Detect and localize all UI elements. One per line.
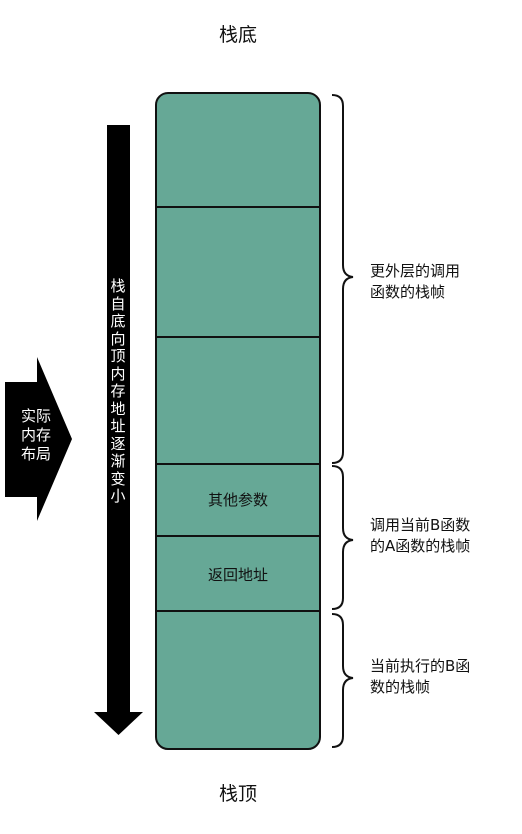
brace-label-current-frame: 当前执行的B函 数的栈帧 [370,657,471,696]
direction-label: 栈 自 底 向 顶 内 存 地 址 逐 渐 变 小 [110,277,126,505]
frame-label-return-address: 返回地址 [207,566,268,584]
brace-label-outer-frames: 更外层的调用 函数的栈帧 [370,262,461,301]
brace-caller-frame [331,465,354,610]
stack-bottom-title: 栈底 [218,24,257,46]
brace-label-caller-frame: 调用当前B函数 的A函数的栈帧 [370,516,471,555]
frame-label-other-params: 其他参数 [207,491,268,509]
memory-layout-label: 实际 内存 布局 [20,407,51,463]
stack-column [155,92,321,750]
brace-current-frame [331,613,354,748]
stack-diagram [5,92,354,750]
brace-outer-frames [331,94,354,464]
stack-top-title: 栈顶 [218,783,257,805]
